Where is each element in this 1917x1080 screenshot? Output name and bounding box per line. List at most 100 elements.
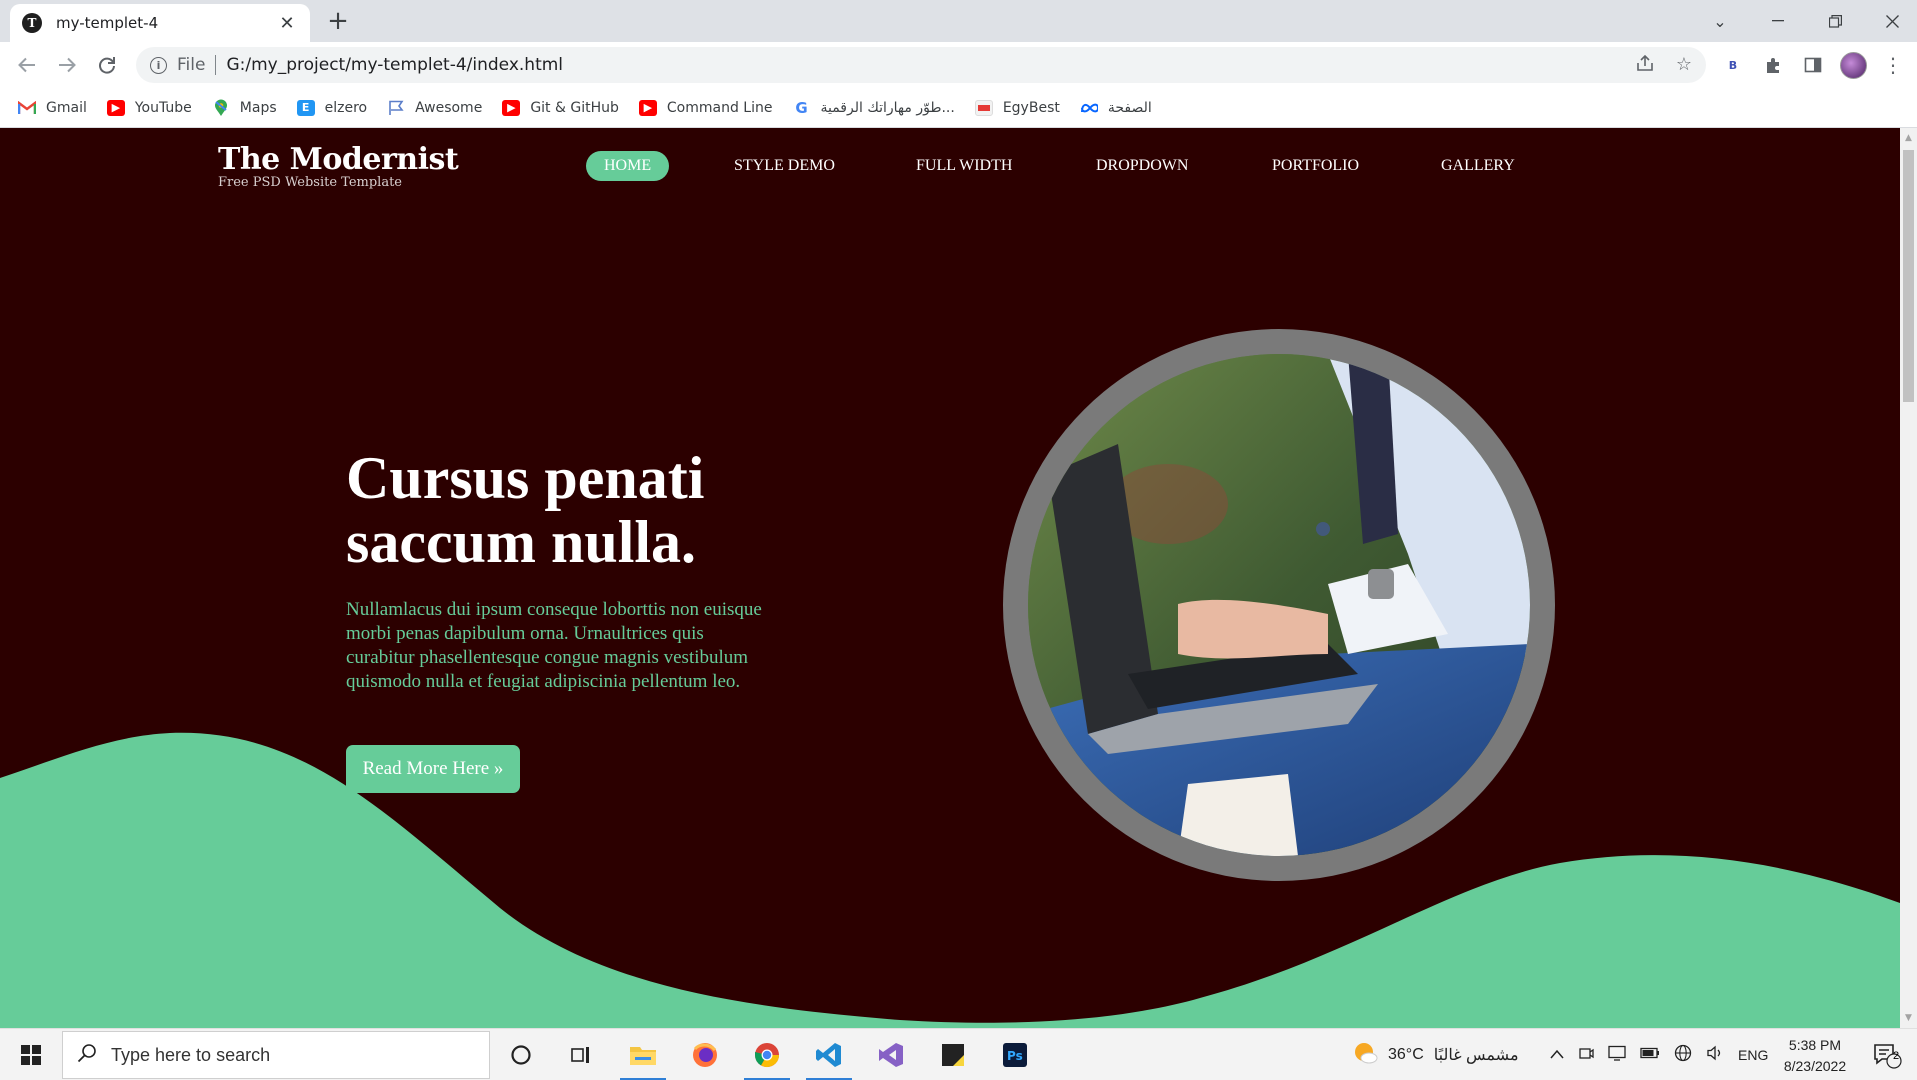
tab-title: my-templet-4: [56, 14, 159, 32]
share-icon[interactable]: [1636, 54, 1654, 77]
elzero-icon: E: [296, 99, 315, 116]
chrome-taskbar-icon[interactable]: [738, 1029, 796, 1080]
bookmark-google-skills[interactable]: G طوّر مهاراتك الرقمية...: [792, 99, 955, 117]
scroll-down-icon[interactable]: ▼: [1900, 1010, 1917, 1026]
nav-portfolio[interactable]: PORTFOLIO: [1272, 151, 1359, 181]
weather-sun-icon: [1352, 1040, 1378, 1071]
visual-studio-icon[interactable]: [862, 1029, 920, 1080]
nav-gallery[interactable]: GALLERY: [1441, 151, 1515, 181]
address-bar[interactable]: i File G:/my_project/my-templet-4/index.…: [136, 47, 1706, 83]
side-panel-icon[interactable]: [1800, 52, 1826, 78]
search-placeholder: Type here to search: [111, 1044, 271, 1065]
bookmark-youtube[interactable]: ▶ YouTube: [106, 99, 192, 116]
bookmark-label: YouTube: [134, 99, 192, 116]
logo-subtitle: Free PSD Website Template: [218, 175, 402, 190]
site-info-icon[interactable]: i: [150, 56, 167, 74]
hero-image-laptop: [1028, 354, 1530, 856]
url-separator: [215, 55, 217, 75]
windows-start-icon[interactable]: [10, 1041, 52, 1069]
nav-dropdown[interactable]: DROPDOWN: [1096, 151, 1188, 181]
profile-avatar[interactable]: [1840, 52, 1867, 79]
site-logo[interactable]: The Modernist Free PSD Website Template: [218, 142, 459, 190]
browser-toolbar: i File G:/my_project/my-templet-4/index.…: [0, 42, 1917, 88]
restore-button[interactable]: [1812, 6, 1858, 36]
taskbar-clock[interactable]: 5:38 PM 8/23/2022: [1770, 1035, 1860, 1077]
bookmark-label: Awesome: [415, 99, 483, 116]
bookmark-maps[interactable]: Maps: [212, 99, 277, 116]
bookmark-egybest[interactable]: EgyBest: [974, 99, 1060, 116]
vscode-icon[interactable]: [800, 1029, 858, 1080]
sticky-notes-icon[interactable]: [924, 1029, 982, 1080]
back-icon[interactable]: [12, 50, 42, 80]
file-explorer-icon[interactable]: [614, 1029, 672, 1080]
bookmark-awesome[interactable]: Awesome: [387, 100, 482, 116]
bookmark-gmail[interactable]: Gmail: [18, 100, 87, 116]
bookmark-star-icon[interactable]: ☆: [1676, 54, 1692, 77]
bookmark-label: Command Line: [666, 99, 773, 116]
search-icon: [77, 1043, 97, 1067]
url-scheme: File: [177, 55, 206, 75]
taskbar-search-box[interactable]: Type here to search: [62, 1031, 490, 1079]
bookmark-elzero[interactable]: E elzero: [296, 99, 368, 116]
meet-now-icon[interactable]: [1578, 1045, 1594, 1066]
clock-date: 8/23/2022: [1783, 1058, 1847, 1074]
close-tab-icon[interactable]: ✕: [276, 13, 298, 34]
youtube-icon: ▶: [502, 99, 521, 116]
bookmark-label: Git & GitHub: [530, 99, 619, 116]
close-window-button[interactable]: [1869, 6, 1915, 36]
svg-text:Ps: Ps: [1007, 1049, 1023, 1063]
bookmark-command-line[interactable]: ▶ Command Line: [638, 99, 773, 116]
tab-favicon-icon: T: [22, 13, 42, 33]
reload-icon[interactable]: [92, 50, 122, 80]
notifications-icon[interactable]: 2: [1858, 1029, 1916, 1080]
gmail-icon: [18, 100, 36, 116]
tab-strip: T my-templet-4 ✕ + ⌄: [0, 0, 1917, 42]
nav-full-width[interactable]: FULL WIDTH: [916, 151, 1012, 181]
display-icon[interactable]: [1608, 1045, 1626, 1066]
page-scrollbar[interactable]: ▲ ▼: [1900, 128, 1917, 1028]
web-page-viewport: The Modernist Free PSD Website Template …: [0, 128, 1900, 1028]
bookmark-label: Maps: [239, 99, 277, 116]
hero-title: Cursus penati saccum nulla.: [346, 445, 705, 575]
chevron-up-icon[interactable]: [1550, 1046, 1564, 1064]
logo-title: The Modernist: [218, 142, 459, 177]
weather-text: مشمس غالبًا: [1433, 1047, 1519, 1064]
new-tab-button[interactable]: +: [324, 8, 352, 36]
bookmarks-bar: Gmail ▶ YouTube Maps E elzero Awesome ▶ …: [0, 88, 1917, 128]
firefox-icon[interactable]: [676, 1029, 734, 1080]
minimize-button[interactable]: [1755, 6, 1801, 36]
extensions-puzzle-icon[interactable]: [1760, 52, 1786, 78]
network-globe-icon[interactable]: [1674, 1044, 1692, 1067]
system-tray: ENG: [1550, 1029, 1768, 1080]
bookmark-meta-page[interactable]: الصفحة: [1080, 100, 1152, 116]
task-view-icon[interactable]: [552, 1029, 610, 1080]
browser-tab[interactable]: T my-templet-4 ✕: [10, 4, 310, 42]
battery-icon[interactable]: [1640, 1046, 1660, 1064]
tab-search-icon[interactable]: ⌄: [1697, 6, 1743, 36]
windows-taskbar: Type here to search Ps 36°C مشمس غالبًا: [0, 1028, 1917, 1080]
scroll-thumb[interactable]: [1903, 150, 1914, 402]
input-language[interactable]: ENG: [1738, 1047, 1768, 1063]
youtube-icon: ▶: [106, 99, 125, 116]
nav-home[interactable]: HOME: [586, 151, 670, 181]
bookmark-git-github[interactable]: ▶ Git & GitHub: [502, 99, 619, 116]
scroll-up-icon[interactable]: ▲: [1900, 130, 1917, 146]
cortana-icon[interactable]: [492, 1029, 550, 1080]
maps-icon: [212, 99, 230, 116]
extension-b-icon[interactable]: B: [1720, 52, 1746, 78]
photoshop-icon[interactable]: Ps: [986, 1029, 1044, 1080]
egybest-icon: [974, 99, 993, 116]
bookmark-label: Gmail: [46, 99, 87, 116]
green-wave-decoration: [0, 732, 1900, 1028]
chrome-menu-icon[interactable]: ⋮: [1880, 52, 1906, 78]
read-more-button[interactable]: Read More Here »: [346, 745, 520, 793]
nav-style-demo[interactable]: STYLE DEMO: [734, 151, 835, 181]
weather-widget[interactable]: 36°C مشمس غالبًا: [1352, 1029, 1519, 1080]
bookmark-label: EgyBest: [1002, 99, 1060, 116]
forward-icon[interactable]: [52, 50, 82, 80]
hero-text: Nullamlacus dui ipsum conseque loborttis…: [346, 599, 762, 692]
url-text[interactable]: G:/my_project/my-templet-4/index.html: [226, 55, 563, 75]
volume-icon[interactable]: [1706, 1045, 1724, 1066]
bookmark-label: طوّر مهاراتك الرقمية...: [820, 99, 955, 116]
bookmark-label: elzero: [324, 99, 368, 116]
